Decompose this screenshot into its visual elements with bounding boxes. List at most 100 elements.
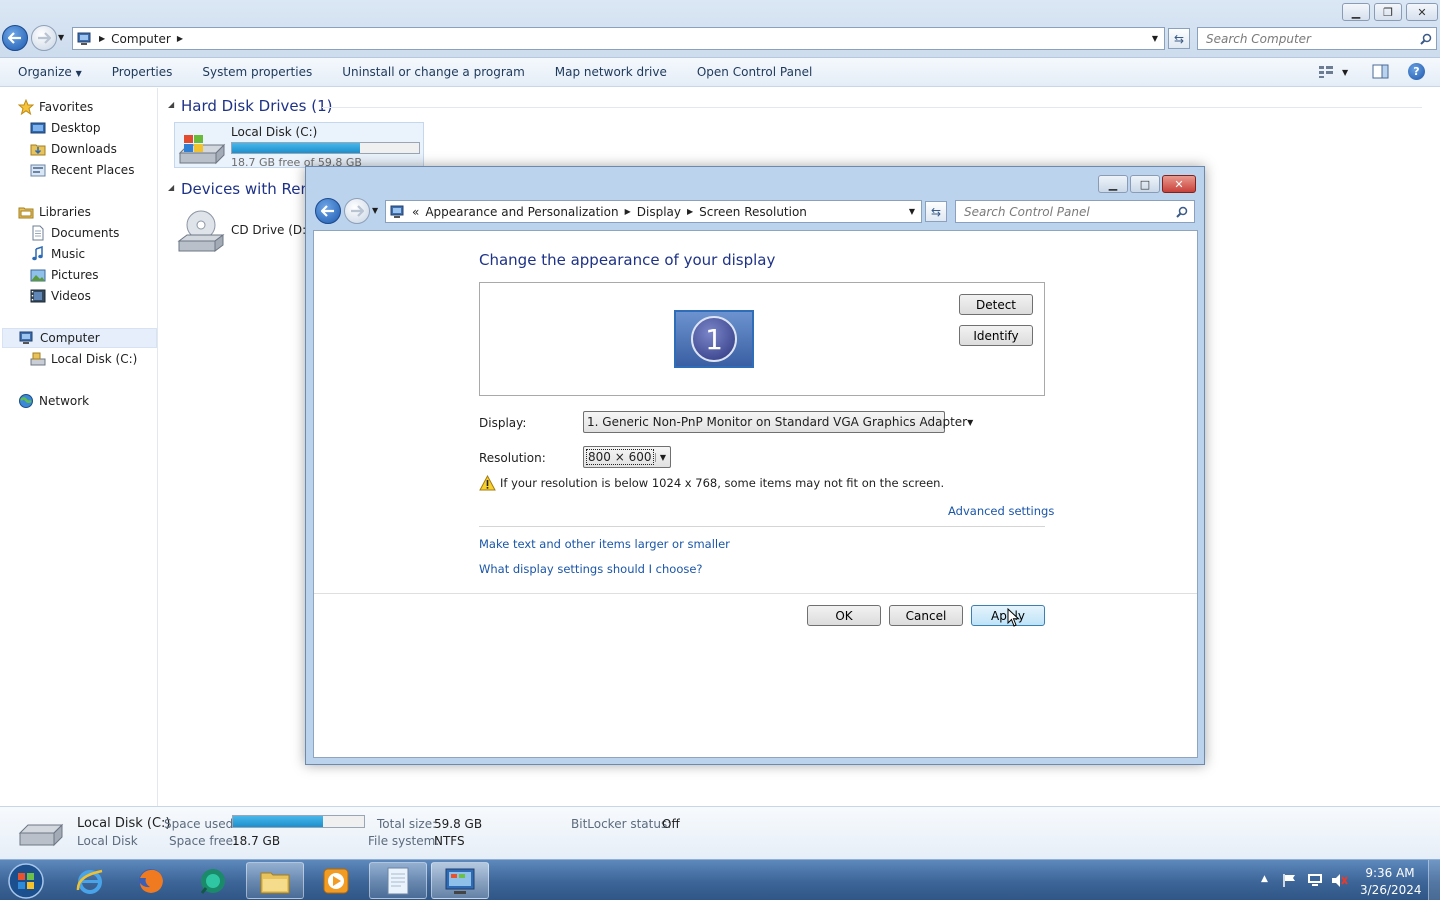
sidebar-item-recent-places[interactable]: Recent Places xyxy=(30,160,134,180)
resolution-select[interactable]: 800 × 600 ▼ xyxy=(583,446,671,468)
collapse-icon[interactable]: ◢ xyxy=(168,100,174,109)
address-bar[interactable]: ▶ Computer ▶ ▼ xyxy=(72,27,1165,50)
command-bar: Organize ▼ Properties System properties … xyxy=(0,58,1440,87)
sidebar-item-libraries[interactable]: Libraries xyxy=(18,202,91,222)
sidebar-item-music[interactable]: Music xyxy=(30,244,85,264)
dialog-close-button[interactable]: ✕ xyxy=(1162,175,1196,193)
map-network-drive-button[interactable]: Map network drive xyxy=(540,65,682,79)
crumb-display[interactable]: Display xyxy=(637,205,681,219)
taskbar-app-globe[interactable] xyxy=(184,862,242,899)
view-options-button[interactable]: ▼ xyxy=(1318,65,1348,79)
show-desktop-button[interactable] xyxy=(1428,860,1440,900)
dialog-search-placeholder: Search Control Panel xyxy=(964,204,1090,219)
minimize-icon: ▁ xyxy=(1351,5,1361,19)
action-center-flag-icon[interactable] xyxy=(1282,873,1298,888)
chevron-right-icon[interactable]: ▶ xyxy=(687,207,693,216)
search-box[interactable]: Search Computer xyxy=(1197,27,1437,50)
globe-app-icon xyxy=(200,868,225,894)
taskbar-firefox[interactable] xyxy=(122,862,180,899)
details-type: Local Disk xyxy=(77,834,138,848)
dialog-back-button[interactable] xyxy=(315,198,341,224)
volume-muted-icon[interactable] xyxy=(1331,873,1349,888)
sidebar-item-documents[interactable]: Documents xyxy=(30,223,119,243)
drive-tile-local-disk[interactable]: Local Disk (C:) 18.7 GB free of 59.8 GB xyxy=(174,122,424,169)
sidebar-item-local-disk[interactable]: Local Disk (C:) xyxy=(30,349,137,369)
taskbar-control-panel[interactable] xyxy=(431,862,489,899)
display-help-link[interactable]: What display settings should I choose? xyxy=(479,562,703,576)
taskbar-notepad[interactable] xyxy=(369,862,427,899)
clock[interactable]: 9:36 AM 3/26/2024 xyxy=(1360,865,1422,899)
dialog-minimize-button[interactable]: ▁ xyxy=(1098,175,1128,193)
close-button[interactable]: ✕ xyxy=(1406,3,1438,21)
recent-pages-dropdown[interactable]: ▼ xyxy=(58,33,64,42)
network-status-icon[interactable] xyxy=(1306,873,1324,888)
advanced-settings-link[interactable]: Advanced settings xyxy=(948,504,1054,518)
address-dropdown-icon[interactable]: ▼ xyxy=(1152,34,1158,43)
crumb-appearance[interactable]: Appearance and Personalization xyxy=(425,205,618,219)
properties-button[interactable]: Properties xyxy=(97,65,188,79)
local-disk-icon xyxy=(30,352,46,366)
resolution-label: Resolution: xyxy=(479,451,546,465)
folder-icon xyxy=(260,872,290,893)
start-button[interactable] xyxy=(6,862,46,899)
group-divider xyxy=(322,107,1422,108)
uninstall-program-button[interactable]: Uninstall or change a program xyxy=(327,65,540,79)
hard-drive-icon xyxy=(178,135,226,165)
collapse-icon[interactable]: ◢ xyxy=(168,183,174,192)
sidebar-item-videos[interactable]: Videos xyxy=(30,286,91,306)
sidebar-item-downloads[interactable]: Downloads xyxy=(30,139,117,159)
dialog-address-bar[interactable]: « Appearance and Personalization ▶ Displ… xyxy=(385,200,922,223)
preview-pane-button[interactable] xyxy=(1372,64,1389,79)
search-placeholder: Search Computer xyxy=(1206,31,1311,46)
dialog-search-box[interactable]: Search Control Panel xyxy=(955,200,1195,223)
help-button[interactable]: ? xyxy=(1408,63,1425,80)
refresh-icon: ⇆ xyxy=(1173,31,1185,46)
refresh-button[interactable]: ⇆ xyxy=(1168,28,1190,49)
taskbar-file-explorer[interactable] xyxy=(246,862,304,899)
address-crumb-computer[interactable]: Computer xyxy=(111,32,171,46)
drive-tile-cd-drive[interactable]: CD Drive (D:) xyxy=(174,205,311,257)
sidebar-item-computer[interactable]: Computer xyxy=(2,328,157,348)
address-overflow-icon[interactable]: « xyxy=(412,205,419,219)
music-icon xyxy=(32,246,43,261)
forward-button[interactable] xyxy=(31,25,57,51)
back-button[interactable] xyxy=(2,25,28,51)
crumb-screen-resolution[interactable]: Screen Resolution xyxy=(699,205,807,219)
bitlocker-value: Off xyxy=(662,817,680,831)
taskbar-media-player[interactable] xyxy=(307,862,365,899)
open-control-panel-button[interactable]: Open Control Panel xyxy=(682,65,827,79)
chevron-right-icon[interactable]: ▶ xyxy=(625,207,631,216)
address-dropdown-icon[interactable]: ▼ xyxy=(909,207,915,216)
system-properties-button[interactable]: System properties xyxy=(187,65,327,79)
sidebar-item-favorites[interactable]: Favorites xyxy=(18,97,93,117)
monitor-1-tile[interactable]: 1 xyxy=(674,310,754,368)
sidebar-item-desktop[interactable]: Desktop xyxy=(30,118,101,138)
detect-button[interactable]: Detect xyxy=(959,294,1033,315)
sidebar-item-pictures[interactable]: Pictures xyxy=(30,265,99,285)
chevron-down-icon: ▼ xyxy=(1342,67,1349,77)
identify-button[interactable]: Identify xyxy=(959,325,1033,346)
organize-button[interactable]: Organize ▼ xyxy=(0,65,97,79)
group-removable-title[interactable]: Devices with Removable Storage xyxy=(181,180,305,198)
pictures-icon xyxy=(30,269,46,282)
monitor-number-badge: 1 xyxy=(691,316,737,362)
display-select[interactable]: 1. Generic Non-PnP Monitor on Standard V… xyxy=(583,411,973,433)
dialog-forward-button[interactable] xyxy=(344,198,370,224)
chevron-right-icon[interactable]: ▶ xyxy=(177,34,183,43)
dialog-maximize-button[interactable]: □ xyxy=(1130,175,1160,193)
ok-button[interactable]: OK xyxy=(807,605,881,626)
clock-date: 3/26/2024 xyxy=(1360,883,1422,897)
minimize-button[interactable]: ▁ xyxy=(1342,3,1370,21)
sidebar-item-network[interactable]: Network xyxy=(18,391,89,411)
forward-arrow-icon xyxy=(38,32,51,44)
group-hard-disk-title[interactable]: Hard Disk Drives (1) xyxy=(181,97,332,115)
cd-drive-name: CD Drive (D:) xyxy=(231,223,311,237)
show-hidden-icons-button[interactable]: ▲ xyxy=(1261,874,1268,884)
cancel-button[interactable]: Cancel xyxy=(889,605,963,626)
minimize-icon: ▁ xyxy=(1108,177,1118,191)
restore-button[interactable]: ❐ xyxy=(1374,3,1402,21)
dialog-refresh-button[interactable]: ⇆ xyxy=(925,201,947,222)
taskbar-internet-explorer[interactable] xyxy=(61,862,119,899)
dialog-recent-pages-dropdown[interactable]: ▼ xyxy=(372,206,378,215)
text-size-link[interactable]: Make text and other items larger or smal… xyxy=(479,537,730,551)
